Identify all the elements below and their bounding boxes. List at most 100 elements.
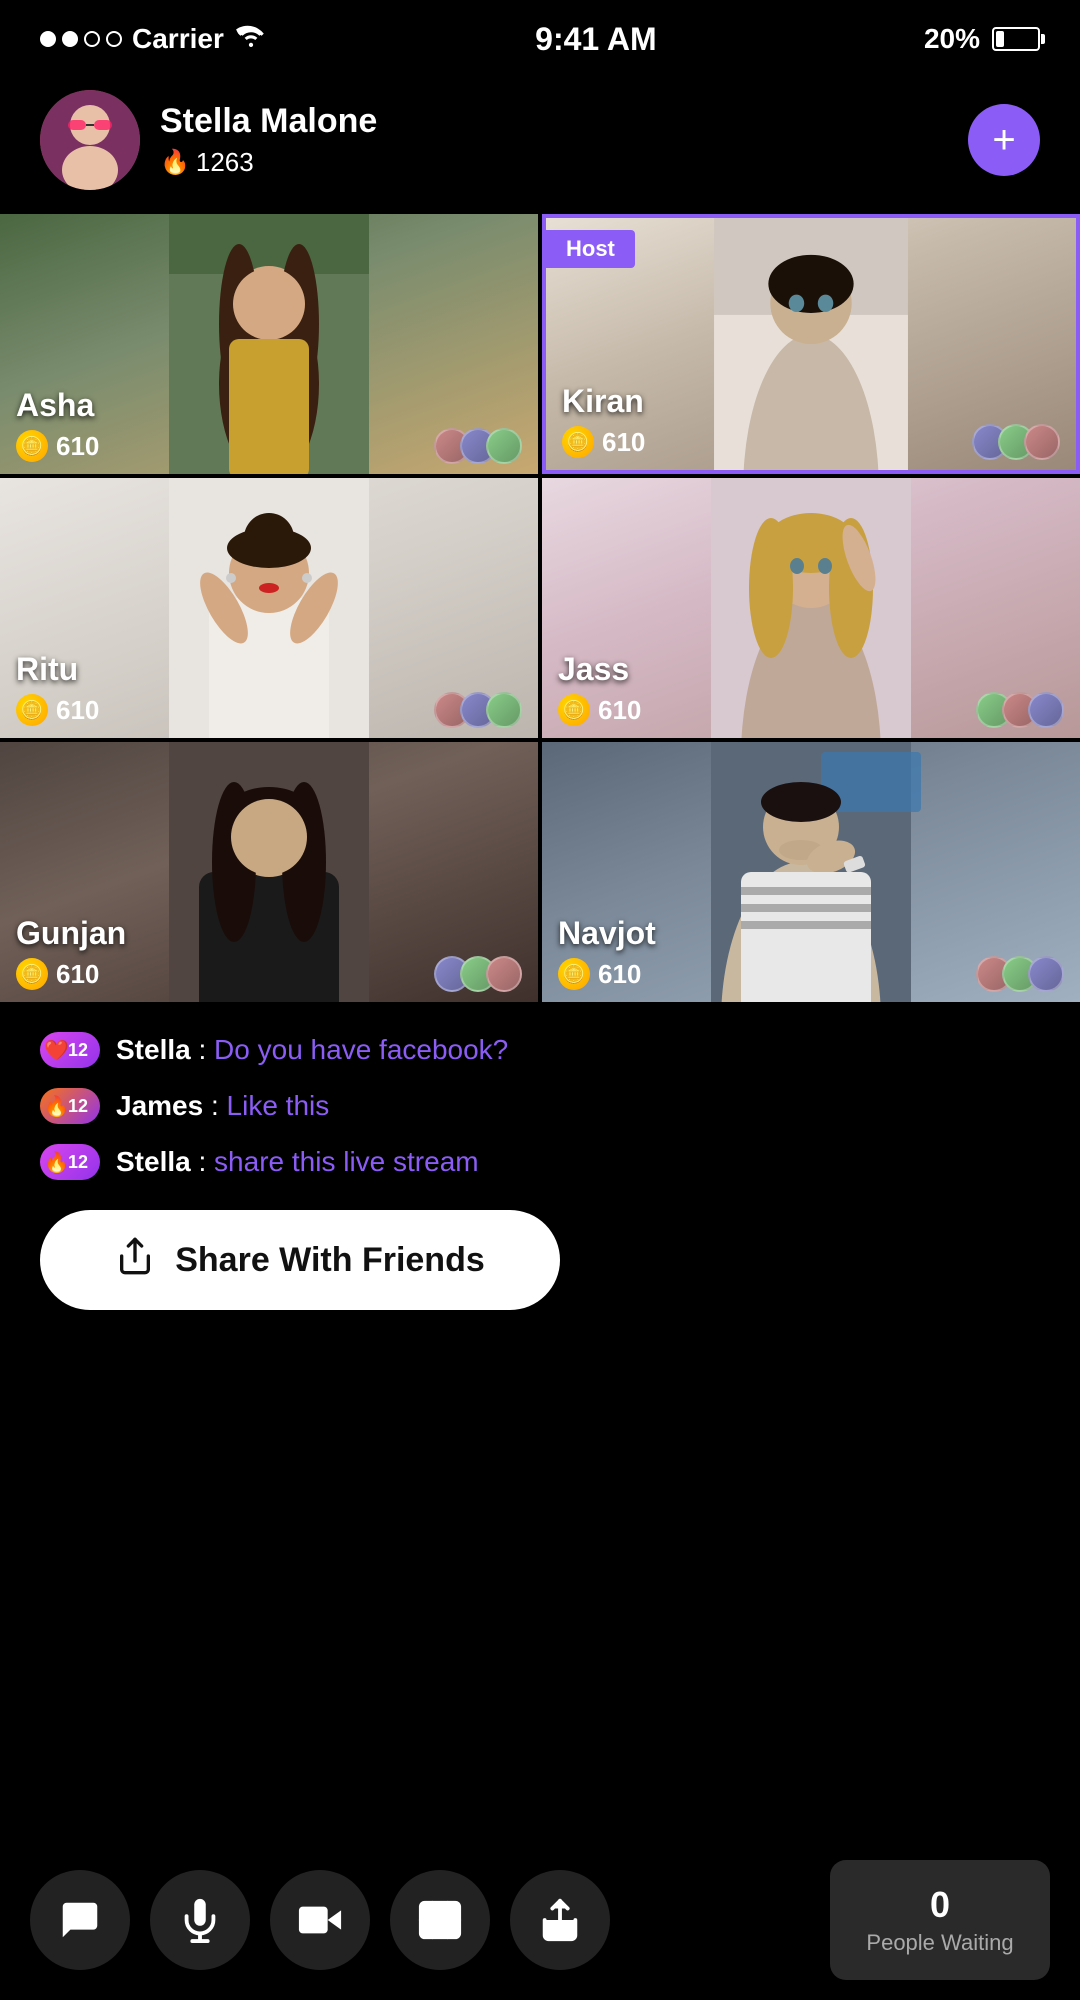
- coin-icon-gunjan: 🪙: [16, 958, 48, 990]
- cell-name-navjot: Navjot: [558, 915, 656, 952]
- bottom-bar: 0 People Waiting: [0, 1840, 1080, 2000]
- cell-name-asha: Asha: [16, 387, 94, 424]
- cell-name-kiran: Kiran: [562, 383, 644, 420]
- status-time: 9:41 AM: [535, 21, 657, 58]
- chat-colon-1: :: [198, 1034, 214, 1065]
- stack-avatar-r3: [486, 692, 522, 728]
- chat-text-3: Stella : share this live stream: [116, 1146, 479, 1178]
- cell-bottom-gunjan: 🪙 610: [16, 956, 522, 992]
- chat-message-2: 🔥 12 James : Like this: [40, 1088, 1040, 1124]
- chat-button[interactable]: [30, 1870, 130, 1970]
- mic-button[interactable]: [150, 1870, 250, 1970]
- stack-avatar-g3: [486, 956, 522, 992]
- video-cell-ritu[interactable]: Ritu 🪙 610: [0, 478, 538, 738]
- coin-value-kiran: 610: [602, 427, 645, 458]
- chat-badge-2: 🔥 12: [40, 1088, 100, 1124]
- avatar: [40, 90, 140, 190]
- battery-percent: 20%: [924, 23, 980, 55]
- avatar-stack-ritu: [434, 692, 522, 728]
- coin-icon: 🪙: [16, 430, 48, 462]
- cell-bottom-ritu: 🪙 610: [16, 692, 522, 728]
- battery-icon: [992, 27, 1040, 51]
- coin-value: 610: [56, 431, 99, 462]
- share-with-friends-button[interactable]: Share With Friends: [40, 1210, 560, 1310]
- video-grid: Asha 🪙 610 Host Kira: [0, 214, 1080, 1002]
- share-button[interactable]: [510, 1870, 610, 1970]
- cell-name-gunjan: Gunjan: [16, 915, 126, 952]
- chat-colon-3: :: [198, 1146, 214, 1177]
- heart-icon: ❤️: [44, 1038, 69, 1063]
- cell-bottom-kiran: 🪙 610: [562, 424, 1060, 460]
- coin-value-gunjan: 610: [56, 959, 99, 990]
- status-right: 20%: [924, 23, 1040, 55]
- avatar-stack-kiran: [972, 424, 1060, 460]
- fire-badge-icon-2: 🔥: [44, 1150, 69, 1175]
- signal-dot-2: [62, 31, 78, 47]
- user-header: Stella Malone 🔥 1263 +: [40, 90, 1040, 190]
- coin-icon-navjot: 🪙: [558, 958, 590, 990]
- chat-text-2: James : Like this: [116, 1090, 329, 1122]
- coin-count-gunjan: 🪙 610: [16, 958, 99, 990]
- coin-icon-jass: 🪙: [558, 694, 590, 726]
- share-icon: [115, 1236, 155, 1285]
- video-cell-asha[interactable]: Asha 🪙 610: [0, 214, 538, 474]
- video-button[interactable]: [270, 1870, 370, 1970]
- coin-icon-kiran: 🪙: [562, 426, 594, 458]
- chat-user-2: James: [116, 1090, 203, 1121]
- cell-name-ritu: Ritu: [16, 651, 78, 688]
- video-cell-kiran[interactable]: Host Kiran 🪙 610: [542, 214, 1080, 474]
- coin-value-jass: 610: [598, 695, 641, 726]
- status-left: Carrier: [40, 21, 268, 57]
- host-badge: Host: [546, 230, 635, 268]
- cell-name-jass: Jass: [558, 651, 629, 688]
- signal-dot-4: [106, 31, 122, 47]
- coin-value-navjot: 610: [598, 959, 641, 990]
- signal-dot-1: [40, 31, 56, 47]
- chat-user-1: Stella: [116, 1034, 191, 1065]
- people-waiting-label: People Waiting: [866, 1930, 1013, 1956]
- coin-icon-ritu: 🪙: [16, 694, 48, 726]
- chat-text-1: Stella : Do you have facebook?: [116, 1034, 508, 1066]
- chat-badge-3: 🔥 12: [40, 1144, 100, 1180]
- chat-badge-1: ❤️ 12: [40, 1032, 100, 1068]
- chat-user-3: Stella: [116, 1146, 191, 1177]
- avatar-stack-jass: [976, 692, 1064, 728]
- cell-bottom-asha: 🪙 610: [16, 428, 522, 464]
- stack-avatar-n3: [1028, 956, 1064, 992]
- fire-badge-icon: 🔥: [44, 1094, 69, 1119]
- badge-num-3: 12: [68, 1152, 88, 1173]
- video-cell-navjot[interactable]: Navjot 🪙 610: [542, 742, 1080, 1002]
- user-name: Stella Malone: [160, 102, 377, 141]
- people-waiting: 0 People Waiting: [830, 1860, 1050, 1980]
- status-bar: Carrier 9:41 AM 20%: [0, 0, 1080, 70]
- avatar-stack-gunjan: [434, 956, 522, 992]
- badge-num-1: 12: [68, 1040, 88, 1061]
- bottom-actions: [30, 1870, 830, 1970]
- share-section: Share With Friends: [0, 1200, 1080, 1340]
- coin-count-ritu: 🪙 610: [16, 694, 99, 726]
- chat-msg-1: Do you have facebook?: [214, 1034, 508, 1065]
- wifi-icon: [234, 21, 268, 57]
- cell-bottom-jass: 🪙 610: [558, 692, 1064, 728]
- people-waiting-count: 0: [930, 1884, 950, 1926]
- badge-num-2: 12: [68, 1096, 88, 1117]
- signal-dots: [40, 31, 122, 47]
- chat-section: ❤️ 12 Stella : Do you have facebook? 🔥 1…: [0, 1002, 1080, 1200]
- share-label: Share With Friends: [175, 1241, 485, 1280]
- chat-msg-3: share this live stream: [214, 1146, 479, 1177]
- video-cell-gunjan[interactable]: Gunjan 🪙 610: [0, 742, 538, 1002]
- carrier-label: Carrier: [132, 23, 224, 55]
- gallery-button[interactable]: [390, 1870, 490, 1970]
- stack-avatar-k3: [1024, 424, 1060, 460]
- fire-number: 1263: [196, 147, 254, 178]
- video-cell-jass[interactable]: Jass 🪙 610: [542, 478, 1080, 738]
- add-button[interactable]: +: [968, 104, 1040, 176]
- coin-count-kiran: 🪙 610: [562, 426, 645, 458]
- avatar-image: [40, 90, 140, 190]
- avatar-stack-navjot: [976, 956, 1064, 992]
- stack-avatar-j3: [1028, 692, 1064, 728]
- signal-dot-3: [84, 31, 100, 47]
- user-fire-count: 🔥 1263: [160, 147, 377, 178]
- user-info: Stella Malone 🔥 1263: [160, 102, 377, 178]
- chat-colon-2: :: [211, 1090, 227, 1121]
